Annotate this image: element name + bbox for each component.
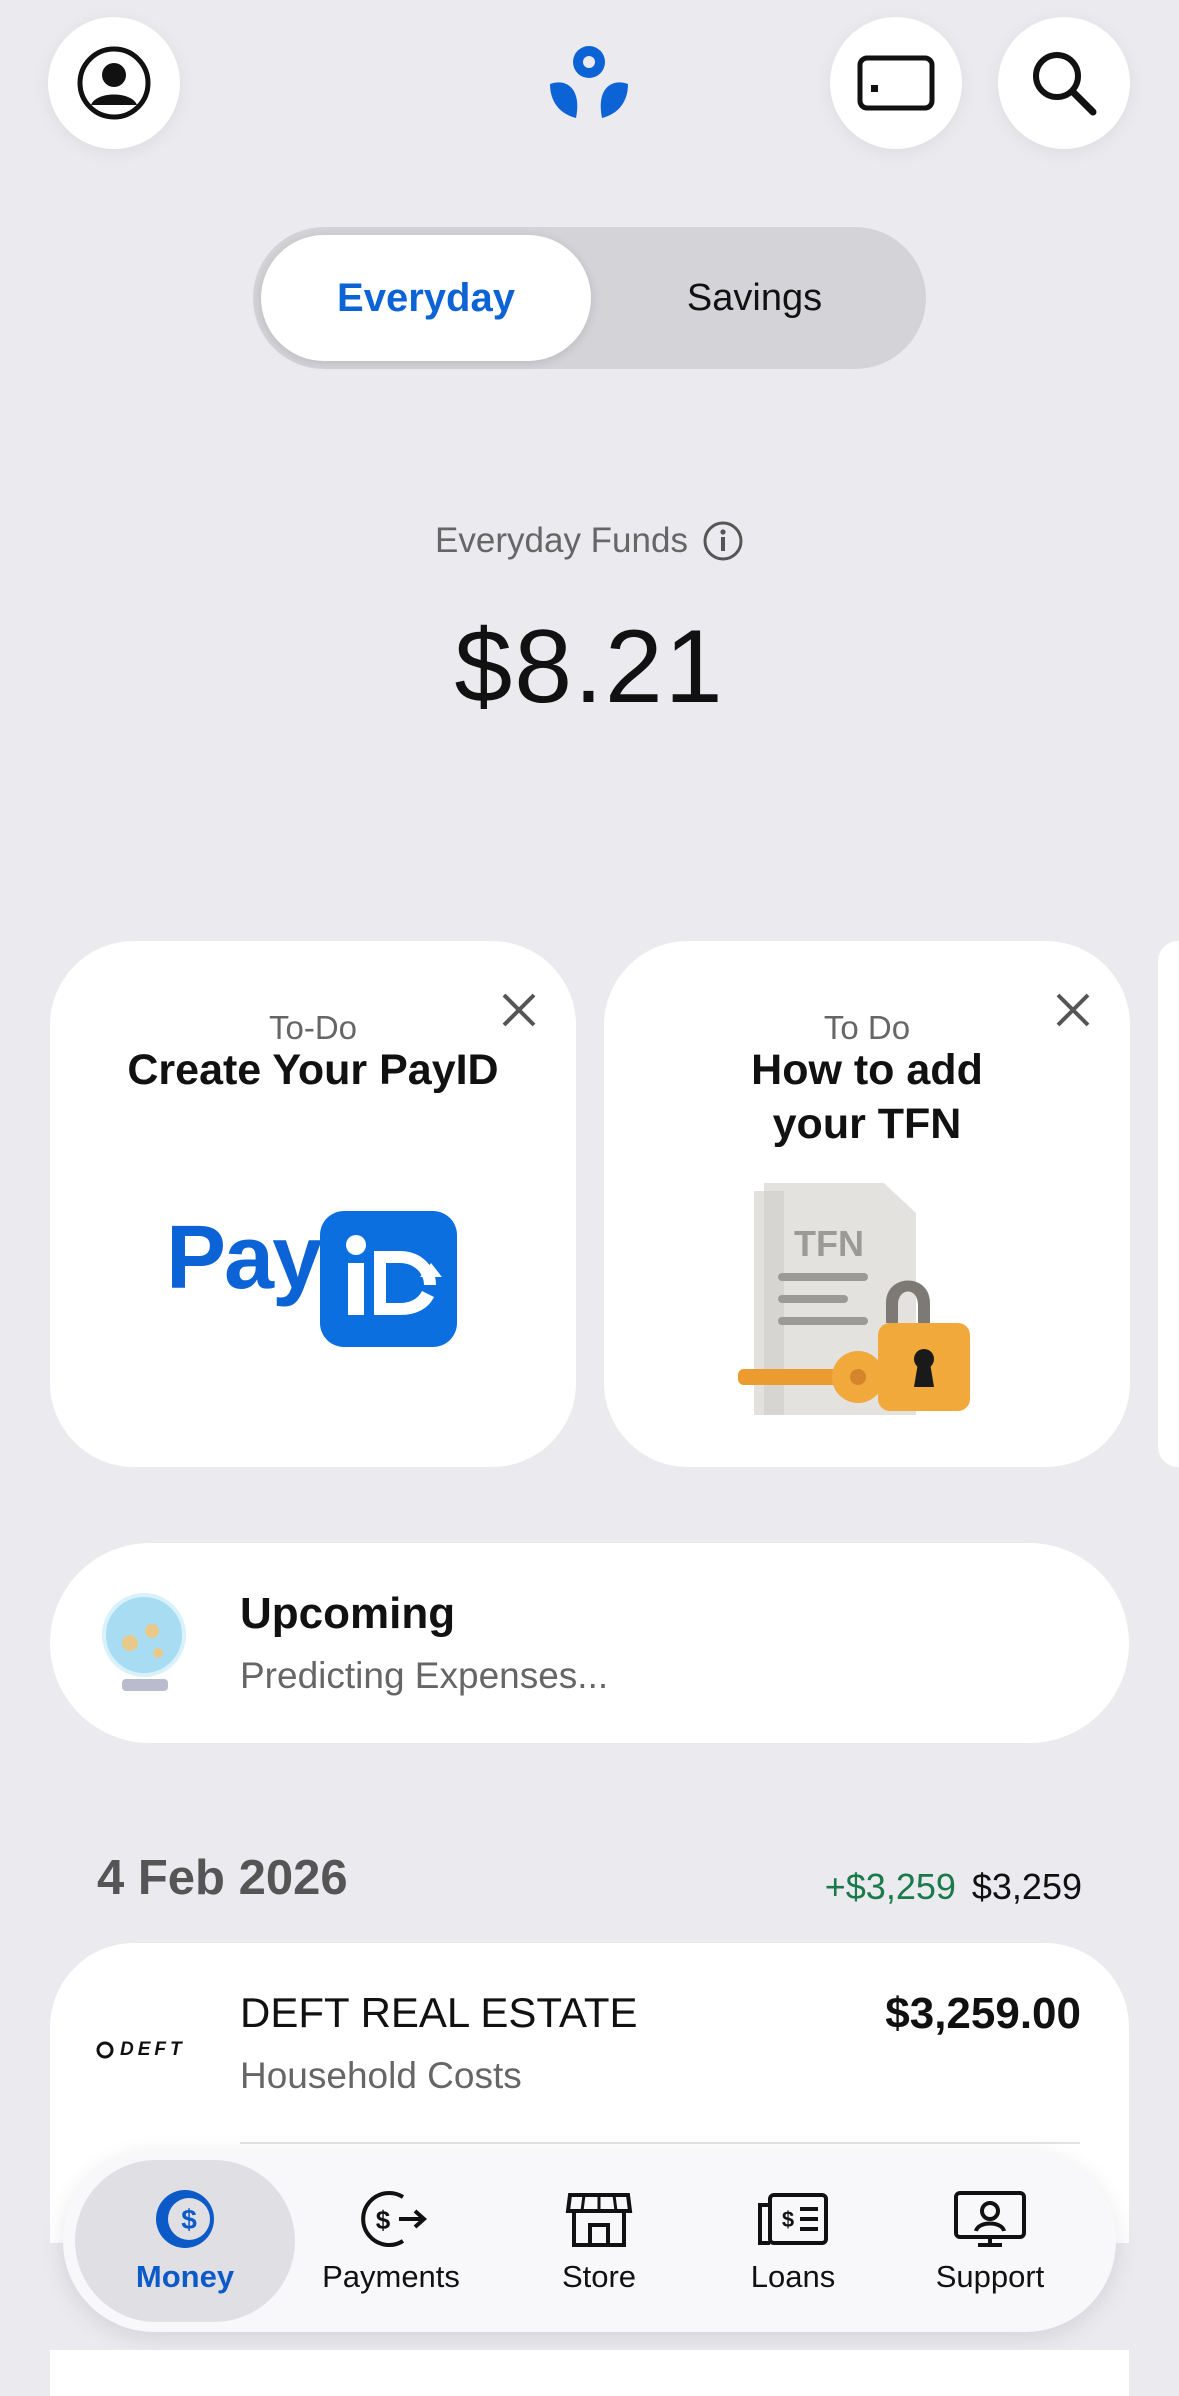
close-icon[interactable] — [1048, 985, 1098, 1035]
svg-text:$: $ — [181, 2204, 197, 2235]
tab-support[interactable]: Support — [890, 2160, 1090, 2322]
date-totals: +$3,259 $3,259 — [825, 1866, 1082, 1908]
profile-button[interactable] — [48, 17, 180, 149]
transaction-category: Household Costs — [240, 2055, 522, 2096]
merchant-logo: DEFT — [96, 2039, 186, 2061]
merchant-name: DEFT REAL ESTATE — [240, 1989, 638, 2036]
tab-label: Loans — [750, 2259, 836, 2294]
funds-header: Everyday Funds — [0, 520, 1179, 562]
tab-label: Payments — [322, 2259, 460, 2294]
dollar-circle-icon: $ — [156, 2190, 214, 2248]
tab-label: Support — [935, 2259, 1045, 2294]
funds-label: Everyday Funds — [435, 521, 688, 560]
close-icon[interactable] — [494, 985, 544, 1035]
tab-payments[interactable]: $ Payments — [291, 2160, 491, 2322]
funds-balance: $8.21 — [454, 609, 725, 725]
row-divider — [240, 2142, 1080, 2144]
support-icon — [954, 2191, 1026, 2247]
search-button[interactable] — [998, 17, 1130, 149]
card-title: Create Your PayID — [127, 1046, 499, 1094]
bottom-tab-bar: $ Money $ Payments Store $ Loans Support — [63, 2150, 1116, 2332]
upcoming-subtitle: Predicting Expenses... — [240, 1655, 609, 1696]
transaction-amount: $3,259.00 — [885, 1989, 1081, 2038]
tfn-doc-text: TFN — [794, 1223, 864, 1264]
card-icon — [857, 55, 935, 111]
todo-card-peek[interactable] — [1158, 941, 1179, 1467]
payid-logo-text: Pay — [166, 1208, 322, 1308]
tfn-lock-icon — [738, 1183, 970, 1415]
merchant-logo-icon — [96, 2041, 114, 2059]
card-title-line2: your TFN — [772, 1100, 962, 1148]
cards-button[interactable] — [830, 17, 962, 149]
incoming-total: +$3,259 — [824, 1866, 956, 1907]
merchant-logo-text: DEFT — [120, 2039, 186, 2060]
day-total: $3,259 — [971, 1866, 1082, 1907]
payid-logo-icon — [320, 1211, 457, 1347]
card-title-line1: How to add — [751, 1046, 983, 1094]
crystal-ball-icon — [102, 1593, 186, 1691]
next-transaction-peek — [50, 2350, 1129, 2396]
transaction-row[interactable]: DEFT DEFT REAL ESTATE Household Costs $3… — [50, 1943, 1129, 2143]
account-type-segment: Everyday Savings — [253, 227, 926, 369]
todo-card-payid[interactable]: To-Do Create Your PayID Pay — [50, 941, 576, 1467]
tab-loans[interactable]: $ Loans — [693, 2160, 893, 2322]
upcoming-card[interactable]: Upcoming Predicting Expenses... — [50, 1543, 1129, 1743]
tab-store[interactable]: Store — [499, 2160, 699, 2322]
info-icon[interactable] — [702, 520, 744, 562]
svg-text:$: $ — [782, 2207, 794, 2232]
tab-label: Money — [135, 2259, 235, 2294]
loans-icon: $ — [758, 2193, 828, 2245]
svg-text:$: $ — [376, 2205, 391, 2235]
segment-everyday[interactable]: Everyday — [261, 235, 591, 361]
person-circle-icon — [77, 46, 151, 120]
search-icon — [1033, 52, 1097, 116]
upcoming-title: Upcoming — [240, 1589, 456, 1638]
payments-icon: $ — [361, 2191, 428, 2247]
segment-savings[interactable]: Savings — [591, 235, 918, 361]
transaction-date: 4 Feb 2026 — [97, 1851, 348, 1905]
tab-money[interactable]: $ Money — [75, 2160, 295, 2322]
store-icon — [565, 2193, 633, 2247]
bank-logo-icon — [546, 42, 632, 122]
tab-label: Store — [561, 2259, 637, 2294]
todo-card-tfn[interactable]: To Do How to add your TFN TFN — [604, 941, 1130, 1467]
